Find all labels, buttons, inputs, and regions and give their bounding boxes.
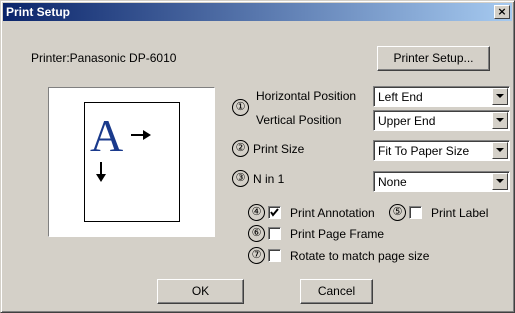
print-label-checkbox[interactable] (409, 206, 422, 219)
layout-preview: A (48, 87, 215, 237)
marker-4: ④ (248, 204, 265, 221)
chevron-down-icon (496, 148, 504, 152)
marker-5: ⑤ (389, 204, 406, 221)
arrow-right-icon (131, 130, 151, 140)
chevron-down-icon (496, 94, 504, 98)
print-page-frame-label: Print Page Frame (290, 227, 385, 241)
marker-7: ⑦ (248, 247, 265, 264)
arrow-down-icon (96, 162, 106, 182)
marker-6: ⑥ (248, 225, 265, 242)
cancel-button[interactable]: Cancel (300, 279, 373, 304)
window-title: Print Setup (6, 5, 71, 19)
print-size-value: Fit To Paper Size (378, 144, 470, 158)
rotate-label: Rotate to match page size (290, 249, 430, 263)
vertical-position-label: Vertical Position (256, 113, 342, 127)
print-annotation-label: Print Annotation (290, 206, 375, 220)
marker-3: ③ (232, 170, 249, 187)
print-annotation-checkbox[interactable] (268, 206, 281, 219)
print-size-select[interactable]: Fit To Paper Size (373, 140, 510, 161)
chevron-down-icon (496, 179, 504, 183)
n-in-1-dropdown-button[interactable] (492, 173, 508, 190)
preview-letter: A (90, 110, 124, 161)
n-in-1-value: None (378, 175, 407, 189)
marker-2: ② (232, 140, 249, 157)
marker-1: ① (232, 99, 249, 116)
vertical-position-select[interactable]: Upper End (373, 110, 510, 131)
n-in-1-label: N in 1 (253, 172, 285, 186)
print-size-dropdown-button[interactable] (492, 142, 508, 159)
vertical-position-value: Upper End (378, 114, 436, 128)
close-icon: × (497, 5, 507, 18)
ok-button-label: OK (191, 284, 210, 298)
horizontal-position-label: Horizontal Position (256, 89, 357, 103)
print-size-label: Print Size (253, 142, 305, 156)
horizontal-position-select[interactable]: Left End (373, 86, 510, 107)
chevron-down-icon (496, 118, 504, 122)
print-setup-dialog: Print Setup × Printer:Panasonic DP-6010 … (0, 0, 515, 313)
vertical-position-dropdown-button[interactable] (492, 112, 508, 129)
title-bar[interactable]: Print Setup × (3, 3, 512, 21)
printer-name-label: Printer:Panasonic DP-6010 (31, 51, 177, 65)
cancel-button-label: Cancel (317, 284, 356, 298)
checkmark-icon (270, 208, 279, 217)
print-label-label: Print Label (431, 206, 489, 220)
horizontal-position-dropdown-button[interactable] (492, 88, 508, 105)
print-page-frame-checkbox[interactable] (268, 227, 281, 240)
rotate-checkbox[interactable] (268, 249, 281, 262)
preview-paper: A (84, 102, 180, 222)
horizontal-position-value: Left End (378, 90, 423, 104)
printer-setup-button[interactable]: Printer Setup... (377, 46, 490, 71)
close-button[interactable]: × (494, 5, 510, 19)
n-in-1-select[interactable]: None (373, 171, 510, 192)
printer-setup-button-label: Printer Setup... (393, 51, 474, 65)
ok-button[interactable]: OK (157, 279, 244, 304)
